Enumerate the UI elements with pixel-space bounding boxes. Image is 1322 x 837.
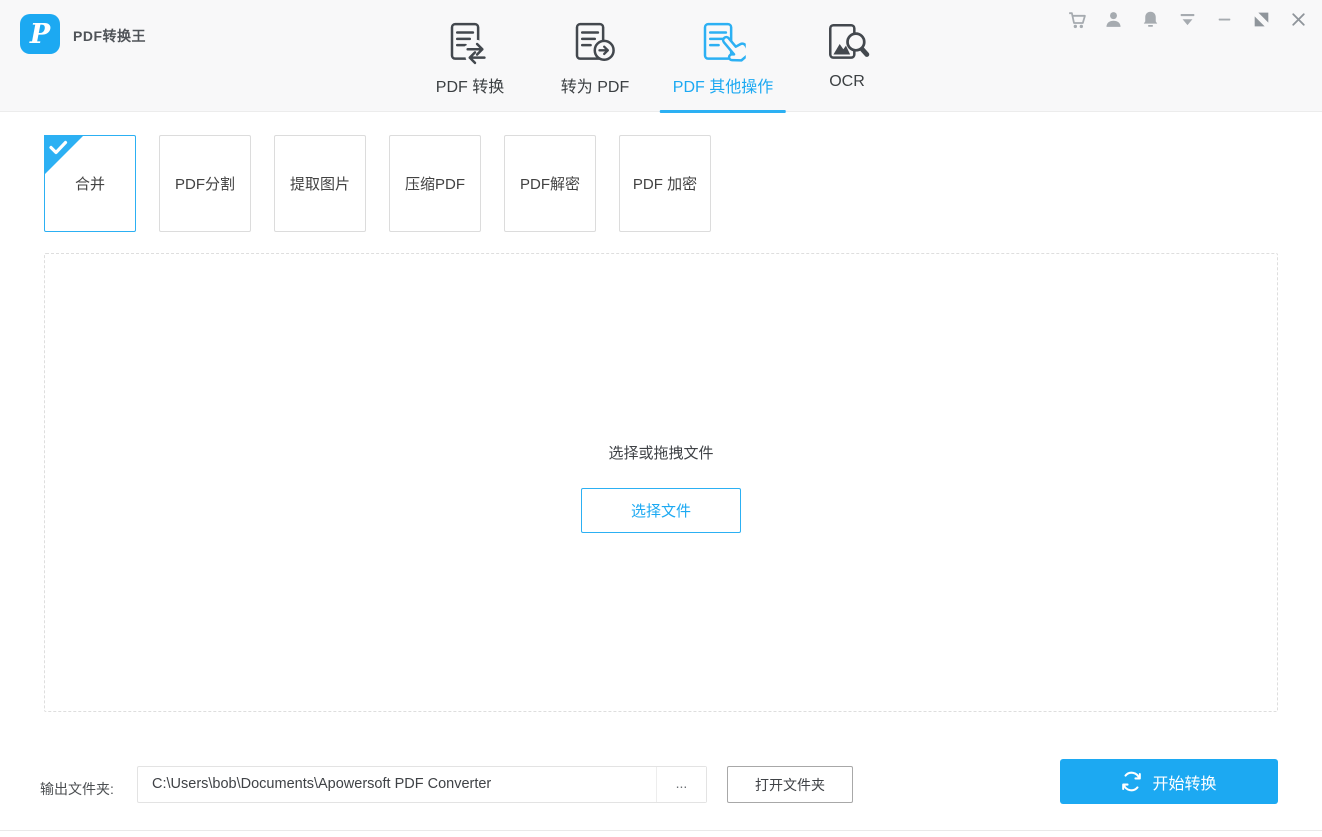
nav-label: OCR bbox=[829, 73, 865, 90]
dropzone-hint: 选择或拖拽文件 bbox=[608, 445, 714, 462]
output-path-value[interactable]: C:\Users\bob\Documents\Apowersoft PDF Co… bbox=[152, 767, 647, 802]
bell-icon[interactable] bbox=[1140, 9, 1161, 30]
app-logo: P bbox=[20, 14, 60, 54]
user-icon[interactable] bbox=[1103, 9, 1124, 30]
choose-file-button[interactable]: 选择文件 bbox=[581, 488, 741, 533]
selected-check-icon bbox=[44, 135, 84, 175]
menu-icon[interactable] bbox=[1177, 9, 1198, 30]
cart-icon[interactable] bbox=[1066, 9, 1087, 30]
file-dropzone[interactable]: 选择或拖拽文件 选择文件 bbox=[44, 253, 1278, 712]
output-folder-label: 输出文件夹: bbox=[40, 781, 114, 797]
tab-label: 提取图片 bbox=[289, 176, 350, 193]
header: P PDF转换王 PDF 转换 转为 PDF PDF 其他操作 OCR bbox=[0, 0, 1322, 112]
nav-item-pdf-convert[interactable]: PDF 转换 bbox=[436, 20, 504, 97]
logo-letter: P bbox=[29, 18, 51, 50]
tab-label: PDF分割 bbox=[174, 176, 235, 193]
minimize-icon[interactable] bbox=[1214, 9, 1235, 30]
tab-pdf-split[interactable]: PDF分割 bbox=[159, 135, 251, 232]
refresh-convert-icon bbox=[1122, 771, 1142, 792]
doc-swap-arrows-icon bbox=[450, 22, 489, 66]
output-path-field[interactable]: C:\Users\bob\Documents\Apowersoft PDF Co… bbox=[137, 766, 707, 803]
tab-label: 压缩PDF bbox=[404, 176, 465, 193]
app-window: P PDF转换王 PDF 转换 转为 PDF PDF 其他操作 OCR 合并 P… bbox=[0, 0, 1322, 837]
app-title: PDF转换王 bbox=[73, 28, 146, 44]
doc-hand-pointer-icon bbox=[703, 22, 746, 62]
maximize-icon[interactable] bbox=[1251, 9, 1272, 30]
nav-label: PDF 转换 bbox=[435, 79, 505, 96]
tab-pdf-decrypt[interactable]: PDF解密 bbox=[504, 135, 596, 232]
window-bottom-border bbox=[0, 830, 1322, 831]
open-folder-button[interactable]: 打开文件夹 bbox=[727, 766, 853, 803]
tab-pdf-encrypt[interactable]: PDF 加密 bbox=[619, 135, 711, 232]
nav-item-pdf-other-ops[interactable]: PDF 其他操作 bbox=[673, 20, 773, 97]
nav-label: PDF 其他操作 bbox=[672, 79, 774, 96]
nav-label: 转为 PDF bbox=[560, 79, 630, 96]
doc-arrow-circle-icon bbox=[575, 22, 616, 61]
close-icon[interactable] bbox=[1288, 9, 1309, 30]
titlebar-icons bbox=[1066, 9, 1309, 30]
browse-button[interactable]: ... bbox=[656, 767, 706, 802]
start-convert-label: 开始转换 bbox=[1152, 775, 1217, 793]
nav-item-to-pdf[interactable]: 转为 PDF bbox=[561, 20, 629, 97]
nav-item-ocr[interactable]: OCR bbox=[824, 20, 870, 91]
tab-label: PDF解密 bbox=[519, 176, 580, 193]
image-magnifier-icon bbox=[829, 23, 870, 59]
tab-merge[interactable]: 合并 bbox=[44, 135, 136, 232]
tab-label: PDF 加密 bbox=[632, 176, 698, 193]
tab-extract-images[interactable]: 提取图片 bbox=[274, 135, 366, 232]
tab-label: 合并 bbox=[74, 176, 105, 193]
tab-compress-pdf[interactable]: 压缩PDF bbox=[389, 135, 481, 232]
start-convert-button[interactable]: 开始转换 bbox=[1060, 759, 1278, 804]
